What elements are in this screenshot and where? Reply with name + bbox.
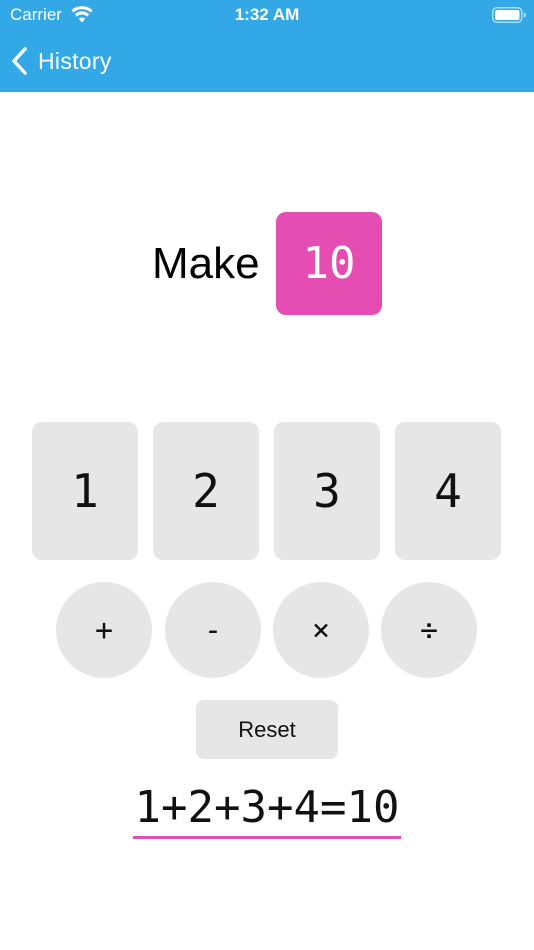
- reset-button-label: Reset: [238, 716, 296, 742]
- make-label: Make: [152, 239, 260, 288]
- multiply-label: ×: [311, 612, 331, 648]
- status-bar: Carrier 1:32 AM: [0, 0, 534, 30]
- back-button-label: History: [38, 47, 112, 74]
- number-card-3[interactable]: 3: [274, 422, 380, 560]
- number-card-1[interactable]: 1: [32, 422, 138, 560]
- divide-label: ÷: [419, 612, 439, 648]
- number-card-label: 2: [192, 464, 220, 518]
- reset-button[interactable]: Reset: [196, 700, 338, 759]
- minus-label: -: [203, 612, 223, 648]
- plus-label: +: [94, 612, 114, 648]
- clock: 1:32 AM: [234, 5, 300, 24]
- back-button[interactable]: History: [10, 44, 112, 78]
- plus-button[interactable]: +: [56, 582, 152, 678]
- multiply-button[interactable]: ×: [273, 582, 369, 678]
- chevron-left-icon: [12, 47, 27, 75]
- number-card-label: 4: [434, 464, 462, 518]
- number-card-2[interactable]: 2: [153, 422, 259, 560]
- target-row: Make 10: [0, 212, 534, 315]
- equation-display: 1+2+3+4=10: [0, 780, 534, 839]
- divide-button[interactable]: ÷: [381, 582, 477, 678]
- number-card-label: 1: [71, 464, 99, 518]
- navigation-bar: Carrier 1:32 AM History: [0, 0, 534, 92]
- battery-icon: [492, 7, 526, 23]
- equation-text: 1+2+3+4=10: [132, 780, 402, 839]
- number-card-label: 3: [313, 464, 341, 518]
- target-number-badge: 10: [276, 212, 382, 315]
- target-number: 10: [302, 238, 356, 289]
- number-card-4[interactable]: 4: [395, 422, 501, 560]
- minus-button[interactable]: -: [165, 582, 261, 678]
